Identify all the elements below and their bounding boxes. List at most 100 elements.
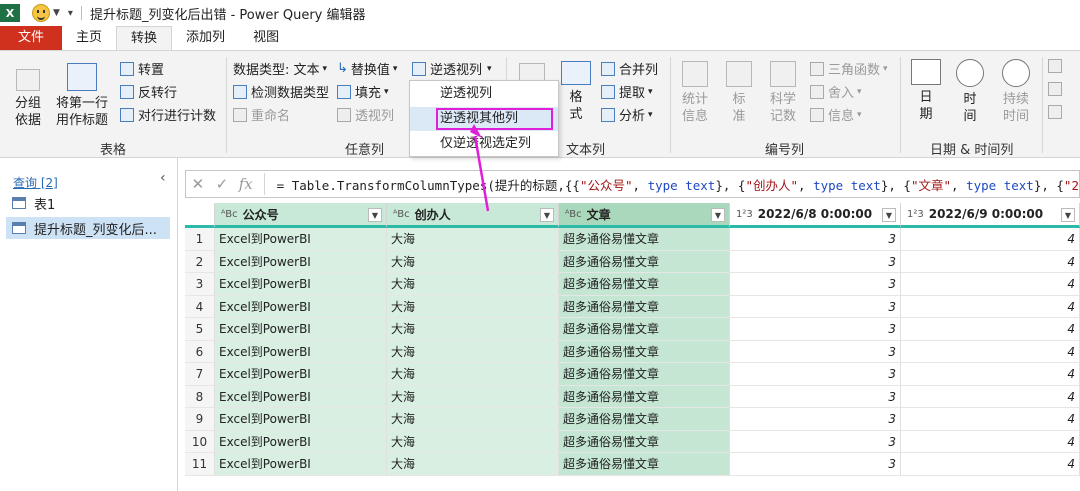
table-cell[interactable]: Excel到PowerBI <box>215 295 387 318</box>
table-menu-icon[interactable] <box>185 203 215 228</box>
table-cell[interactable]: 超多通俗易懂文章 <box>559 250 730 273</box>
table-cell[interactable]: 4 <box>901 295 1080 318</box>
table-cell[interactable]: Excel到PowerBI <box>215 228 387 251</box>
table-cell[interactable]: 4 <box>901 273 1080 296</box>
table-cell[interactable]: Excel到PowerBI <box>215 453 387 476</box>
table-cell[interactable]: 大海 <box>387 318 559 341</box>
table-cell[interactable]: 3 <box>730 273 901 296</box>
table-cell[interactable]: 大海 <box>387 250 559 273</box>
row-number[interactable]: 5 <box>185 318 215 341</box>
queries-title[interactable]: 查询 [2] <box>13 174 58 191</box>
table-cell[interactable]: 3 <box>730 385 901 408</box>
table-cell[interactable]: 大海 <box>387 273 559 296</box>
tab-file[interactable]: 文件 <box>0 26 63 50</box>
column-header[interactable]: ᴬBc 公众号 ▼ <box>215 203 387 228</box>
table-cell[interactable]: 超多通俗易懂文章 <box>559 385 730 408</box>
row-number[interactable]: 6 <box>185 340 215 363</box>
row-number[interactable]: 1 <box>185 228 215 251</box>
table-cell[interactable]: 3 <box>730 453 901 476</box>
menu-item-unpivot-columns[interactable]: 逆透视列 <box>410 82 558 106</box>
table-cell[interactable]: Excel到PowerBI <box>215 273 387 296</box>
collapse-icon[interactable]: ‹ <box>160 170 166 186</box>
column-type-icon[interactable]: 1²3 <box>907 209 924 220</box>
table-cell[interactable]: 4 <box>901 385 1080 408</box>
table-cell[interactable]: 大海 <box>387 453 559 476</box>
more-buttons-partial[interactable] <box>1048 59 1066 73</box>
table-cell[interactable]: 4 <box>901 363 1080 386</box>
merge-columns-button[interactable]: 合并列 <box>601 59 658 78</box>
table-cell[interactable]: 4 <box>901 408 1080 431</box>
table-cell[interactable]: 大海 <box>387 228 559 251</box>
unpivot-columns-button[interactable]: 逆透视列 ▾ <box>412 59 492 78</box>
parse-button[interactable]: 分析 ▾ <box>601 105 653 124</box>
table-cell[interactable]: 超多通俗易懂文章 <box>559 408 730 431</box>
table-cell[interactable]: 大海 <box>387 295 559 318</box>
table-cell[interactable]: 3 <box>730 318 901 341</box>
row-number[interactable]: 10 <box>185 430 215 453</box>
column-type-icon[interactable]: ᴬBc <box>393 209 410 220</box>
replace-values-button[interactable]: ↳ 替换值 ▾ <box>337 59 397 78</box>
row-number[interactable]: 11 <box>185 453 215 476</box>
formula-input[interactable]: = Table.TransformColumnTypes(提升的标题,{{"公众… <box>277 175 1079 194</box>
tab-view[interactable]: 视图 <box>239 26 293 50</box>
standard-button[interactable]: 标 准 <box>720 61 758 125</box>
filter-dropdown-icon[interactable]: ▼ <box>1061 208 1075 222</box>
group-by-button[interactable]: 分组 依据 <box>8 69 48 129</box>
chevron-down-icon[interactable]: ▼ <box>53 8 60 18</box>
tab-transform[interactable]: 转换 <box>116 26 173 50</box>
row-number[interactable]: 7 <box>185 363 215 386</box>
table-cell[interactable]: 3 <box>730 408 901 431</box>
filter-dropdown-icon[interactable]: ▼ <box>540 208 554 222</box>
table-cell[interactable]: Excel到PowerBI <box>215 340 387 363</box>
column-type-icon[interactable]: ᴬBc <box>221 209 238 220</box>
table-cell[interactable]: 3 <box>730 340 901 363</box>
tab-home[interactable]: 主页 <box>62 26 116 50</box>
row-number[interactable]: 2 <box>185 250 215 273</box>
query-item[interactable]: 表1 <box>12 192 55 214</box>
column-type-icon[interactable]: 1²3 <box>736 209 753 220</box>
table-cell[interactable]: 3 <box>730 363 901 386</box>
trigonometry-button[interactable]: 三角函数 ▾ <box>810 59 888 78</box>
column-header[interactable]: 1²3 2022/6/9 0:00:00 ▼ <box>901 203 1080 228</box>
scientific-button[interactable]: 科学 记数 <box>762 61 804 125</box>
duration-button[interactable]: 持续 时间 <box>994 59 1038 125</box>
menu-item-unpivot-selected-only[interactable]: 仅逆透视选定列 <box>410 132 558 156</box>
column-header[interactable]: ᴬBc 创办人 ▼ <box>387 203 559 228</box>
table-cell[interactable]: 4 <box>901 340 1080 363</box>
table-cell[interactable]: 4 <box>901 453 1080 476</box>
confirm-icon[interactable]: ✓ <box>210 175 234 193</box>
table-cell[interactable]: 超多通俗易懂文章 <box>559 453 730 476</box>
table-cell[interactable]: 3 <box>730 250 901 273</box>
table-cell[interactable]: 超多通俗易懂文章 <box>559 318 730 341</box>
table-cell[interactable]: Excel到PowerBI <box>215 318 387 341</box>
table-cell[interactable]: 超多通俗易懂文章 <box>559 430 730 453</box>
data-type-dropdown[interactable]: 数据类型: 文本 ▾ <box>233 59 327 78</box>
statistics-button[interactable]: 统计 信息 <box>676 61 714 125</box>
rounding-button[interactable]: 舍入 ▾ <box>810 82 862 101</box>
table-cell[interactable]: 大海 <box>387 430 559 453</box>
table-cell[interactable]: 大海 <box>387 408 559 431</box>
use-first-row-button[interactable]: 将第一行 用作标题 <box>50 63 114 129</box>
time-button[interactable]: 时 间 <box>950 59 990 125</box>
information-button[interactable]: 信息 ▾ <box>810 105 862 124</box>
table-cell[interactable]: 3 <box>730 430 901 453</box>
table-cell[interactable]: 3 <box>730 228 901 251</box>
table-cell[interactable]: 超多通俗易懂文章 <box>559 273 730 296</box>
aggregate-button-partial[interactable] <box>1048 82 1066 96</box>
table-cell[interactable]: Excel到PowerBI <box>215 363 387 386</box>
table-cell[interactable]: 超多通俗易懂文章 <box>559 228 730 251</box>
table-cell[interactable]: 3 <box>730 295 901 318</box>
table-cell[interactable]: 超多通俗易懂文章 <box>559 295 730 318</box>
customize-toolbar-icon[interactable]: ▾ <box>68 8 73 19</box>
table-cell[interactable]: Excel到PowerBI <box>215 385 387 408</box>
table-cell[interactable]: 超多通俗易懂文章 <box>559 363 730 386</box>
column-header[interactable]: ᴬBc 文章 ▼ <box>559 203 730 228</box>
table-cell[interactable]: 4 <box>901 430 1080 453</box>
table-cell[interactable]: Excel到PowerBI <box>215 430 387 453</box>
column-header[interactable]: 1²3 2022/6/8 0:00:00 ▼ <box>730 203 901 228</box>
row-number[interactable]: 4 <box>185 295 215 318</box>
query-item-selected[interactable]: 提升标题_列变化后... <box>6 217 170 239</box>
table-cell[interactable]: 大海 <box>387 363 559 386</box>
extract-button[interactable]: 提取 ▾ <box>601 82 653 101</box>
count-rows-button[interactable]: 对行进行计数 <box>120 105 216 124</box>
